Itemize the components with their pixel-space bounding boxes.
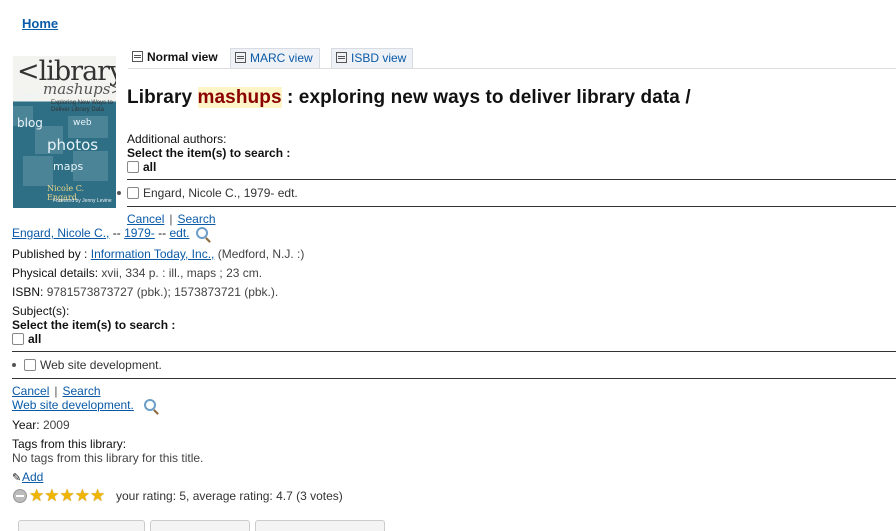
checkbox[interactable]	[24, 359, 36, 371]
select-items-label: Select the item(s) to search :	[12, 318, 176, 332]
select-all-authors[interactable]: all	[127, 160, 156, 174]
view-tabs: Normal view MARC view ISBD view	[128, 48, 896, 69]
bullet	[12, 363, 16, 367]
rating-text: your rating: 5, average rating: 4.7 (3 v…	[116, 489, 343, 503]
add-tag-link[interactable]: Add	[22, 470, 43, 484]
tab-normal-view[interactable]: Normal view	[128, 48, 224, 67]
publisher-link[interactable]: Information Today, Inc.,	[91, 247, 215, 261]
document-icon	[132, 51, 143, 62]
book-icon	[336, 52, 347, 63]
cancel-link[interactable]: Cancel	[12, 384, 49, 398]
divider	[12, 351, 896, 352]
search-link[interactable]: Search	[62, 384, 100, 398]
book-cover: <library mashups> Exploring New Ways to …	[13, 56, 116, 208]
magnifier-icon[interactable]	[196, 227, 209, 239]
year: Year: 2009	[12, 418, 70, 432]
pencil-icon: ✎	[12, 472, 22, 484]
published-by: Published by : Information Today, Inc., …	[12, 247, 305, 261]
search-term-highlight: mashups	[197, 87, 282, 108]
divider	[127, 206, 896, 207]
star-icon[interactable]: ★	[75, 486, 90, 505]
tags-label: Tags from this library:	[12, 437, 127, 451]
author-actions: Cancel | Search	[127, 212, 216, 226]
author-role-link[interactable]: edt.	[169, 226, 189, 240]
author-item[interactable]: Engard, Nicole C., 1979- edt.	[127, 186, 298, 200]
additional-authors-label: Additional authors:	[127, 132, 227, 146]
author-link-line: Engard, Nicole C., -- 1979- -- edt.	[12, 226, 209, 240]
search-link[interactable]: Search	[177, 212, 215, 226]
magnifier-icon[interactable]	[143, 399, 156, 411]
checkbox[interactable]	[127, 187, 139, 199]
add-tag[interactable]: ✎Add	[12, 470, 43, 484]
author-date-link[interactable]: 1979-	[124, 226, 155, 240]
star-icon[interactable]: ★	[60, 486, 75, 505]
isbn: ISBN: 9781573873727 (pbk.); 1573873721 (…	[12, 285, 279, 299]
bullet	[117, 191, 121, 195]
select-items-label: Select the item(s) to search :	[127, 146, 291, 160]
cancel-rating-icon[interactable]	[13, 489, 27, 503]
rating-widget: ★★★★★	[13, 486, 105, 505]
subject-actions: Cancel | Search	[12, 384, 101, 398]
record-title: Library mashups : exploring new ways to …	[127, 87, 691, 108]
tab-marc-view[interactable]: MARC view	[230, 48, 320, 68]
bottom-tab[interactable]	[18, 520, 145, 531]
checkbox[interactable]	[127, 161, 139, 173]
checkbox[interactable]	[12, 333, 24, 345]
home-link[interactable]: Home	[22, 16, 58, 31]
document-icon	[235, 52, 246, 63]
subject-link[interactable]: Web site development.	[12, 398, 134, 412]
subjects-label: Subject(s):	[12, 304, 70, 318]
star-icon[interactable]: ★	[29, 486, 44, 505]
subject-item[interactable]: Web site development.	[24, 358, 162, 372]
divider	[127, 179, 896, 180]
tags-none: No tags from this library for this title…	[12, 451, 204, 465]
bottom-tab[interactable]	[150, 520, 250, 531]
tab-isbd-view[interactable]: ISBD view	[331, 48, 414, 68]
physical-details: Physical details: xvii, 334 p. : ill., m…	[12, 266, 263, 280]
author-name-link[interactable]: Engard, Nicole C.,	[12, 226, 109, 240]
subject-link-line: Web site development.	[12, 398, 156, 412]
star-icon[interactable]: ★	[44, 486, 59, 505]
cancel-link[interactable]: Cancel	[127, 212, 164, 226]
select-all-subjects[interactable]: all	[12, 332, 41, 346]
star-icon[interactable]: ★	[90, 486, 105, 505]
divider	[12, 378, 896, 379]
bottom-tab[interactable]	[255, 520, 385, 531]
